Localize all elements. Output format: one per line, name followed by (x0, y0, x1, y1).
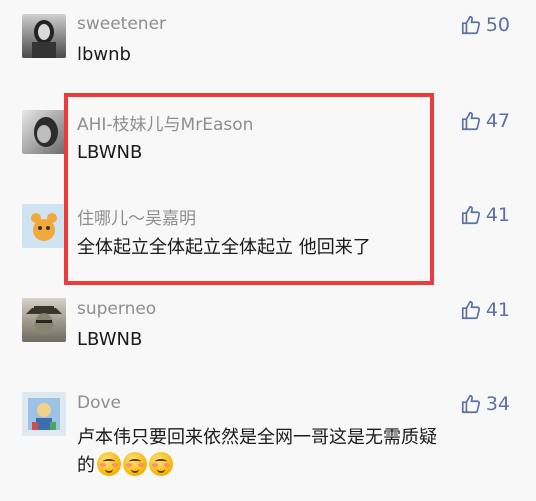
comment-text: lbwnb (77, 44, 131, 65)
thumbs-up-icon (461, 15, 480, 35)
comment-text-continued: 的 (77, 451, 173, 477)
blush-emoji-icon (149, 452, 173, 476)
comment-text: LBWNB (77, 329, 143, 350)
thumbs-up-icon (461, 205, 480, 225)
like-button[interactable]: 41 (460, 204, 510, 226)
like-count: 41 (485, 204, 510, 226)
like-count: 34 (485, 393, 510, 415)
like-button[interactable]: 50 (460, 14, 510, 36)
like-count: 41 (485, 299, 510, 321)
like-button[interactable]: 41 (460, 299, 510, 321)
thumbs-up-icon (461, 394, 480, 414)
like-count: 47 (485, 110, 510, 132)
comment-username[interactable]: Dove (77, 393, 121, 413)
avatar[interactable] (22, 204, 66, 248)
avatar[interactable] (22, 392, 66, 436)
highlight-box (64, 93, 434, 285)
avatar[interactable] (22, 110, 66, 154)
blush-emoji-icon (97, 452, 121, 476)
blush-emoji-icon (123, 452, 147, 476)
like-button[interactable]: 47 (460, 110, 510, 132)
like-button[interactable]: 34 (460, 393, 510, 415)
avatar[interactable] (22, 14, 66, 58)
thumbs-up-icon (461, 300, 480, 320)
like-count: 50 (485, 14, 510, 36)
comment-username[interactable]: superneo (77, 299, 156, 319)
thumbs-up-icon (461, 111, 480, 131)
comment-text: 卢本伟只要回来依然是全网一哥这是无需质疑 (77, 427, 437, 448)
comment-username[interactable]: sweetener (77, 14, 166, 34)
avatar[interactable] (22, 298, 66, 342)
comment-text-tail: 的 (77, 455, 95, 476)
